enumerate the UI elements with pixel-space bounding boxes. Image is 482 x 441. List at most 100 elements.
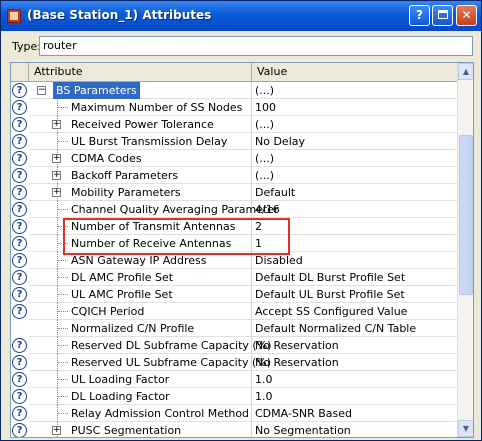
table-row[interactable]: ? DL Loading Factor 1.0 bbox=[11, 388, 457, 405]
collapse-icon[interactable]: − bbox=[37, 86, 46, 95]
value-cell[interactable]: Disabled bbox=[252, 252, 457, 269]
table-row[interactable]: ? DL AMC Profile Set Default DL Burst Prof… bbox=[11, 269, 457, 286]
attribute-cell[interactable]: Number of Receive Antennas bbox=[29, 235, 252, 252]
value-cell[interactable]: Default UL Burst Profile Set bbox=[252, 286, 457, 303]
table-row[interactable]: ? Number of Receive Antennas 1 bbox=[11, 235, 457, 252]
attribute-cell[interactable]: CQICH Period bbox=[29, 303, 252, 320]
attribute-cell[interactable]: Maximum Number of SS Nodes bbox=[29, 99, 252, 116]
attribute-cell[interactable]: + Backoff Parameters bbox=[29, 167, 252, 184]
table-row[interactable]: ? Channel Quality Averaging Parameter 4/16 bbox=[11, 201, 457, 218]
expand-icon[interactable]: + bbox=[52, 154, 61, 163]
vertical-scrollbar[interactable]: ▲ ▼ bbox=[457, 63, 473, 437]
table-row[interactable]: ? + PUSC Segmentation No Segmentation bbox=[11, 422, 457, 437]
value-cell[interactable]: 4/16 bbox=[252, 201, 457, 218]
value-cell[interactable]: 100 bbox=[252, 99, 457, 116]
table-row[interactable]: ? UL Loading Factor 1.0 bbox=[11, 371, 457, 388]
table-row[interactable]: ? Maximum Number of SS Nodes 100 bbox=[11, 99, 457, 116]
attribute-cell[interactable]: Number of Transmit Antennas bbox=[29, 218, 252, 235]
attribute-cell[interactable]: Relay Admission Control Method bbox=[29, 405, 252, 422]
attribute-cell[interactable]: + PUSC Segmentation bbox=[29, 422, 252, 437]
attribute-cell[interactable]: ASN Gateway IP Address bbox=[29, 252, 252, 269]
attribute-cell[interactable]: DL AMC Profile Set bbox=[29, 269, 252, 286]
help-icon[interactable]: ? bbox=[12, 355, 27, 370]
close-button[interactable]: ✕ bbox=[456, 5, 477, 26]
help-icon[interactable]: ? bbox=[12, 134, 27, 149]
title-bar[interactable]: (Base Station_1) Attributes ? ✕ bbox=[1, 1, 481, 31]
expand-icon[interactable]: + bbox=[52, 188, 61, 197]
attribute-cell[interactable]: Reserved UL Subframe Capacity (%) bbox=[29, 354, 271, 371]
table-row[interactable]: ? ASN Gateway IP Address Disabled bbox=[11, 252, 457, 269]
table-row[interactable]: ? Relay Admission Control Method CDMA-SNR … bbox=[11, 405, 457, 422]
value-cell[interactable]: (...) bbox=[252, 167, 457, 184]
value-cell[interactable]: 2 bbox=[252, 218, 457, 235]
attribute-cell[interactable]: + Received Power Tolerance bbox=[29, 116, 252, 133]
help-icon[interactable]: ? bbox=[12, 338, 27, 353]
table-row[interactable]: Normalized C/N Profile Default Normalized… bbox=[11, 320, 457, 337]
value-cell[interactable]: (...) bbox=[252, 82, 457, 99]
help-icon[interactable]: ? bbox=[12, 372, 27, 387]
table-row[interactable]: ? + Backoff Parameters (...) bbox=[11, 167, 457, 184]
expand-icon[interactable]: + bbox=[52, 171, 61, 180]
help-icon[interactable]: ? bbox=[12, 270, 27, 285]
table-row[interactable]: ? − BS Parameters (...) bbox=[11, 82, 457, 99]
value-cell[interactable]: (...) bbox=[252, 150, 457, 167]
help-icon[interactable]: ? bbox=[12, 117, 27, 132]
attribute-cell[interactable]: Channel Quality Averaging Parameter bbox=[29, 201, 279, 218]
table-row[interactable]: ? UL Burst Transmission Delay No Delay bbox=[11, 133, 457, 150]
attribute-cell[interactable]: UL Loading Factor bbox=[29, 371, 252, 388]
attribute-cell[interactable]: UL AMC Profile Set bbox=[29, 286, 252, 303]
value-cell[interactable]: No Segmentation bbox=[252, 422, 457, 437]
help-icon[interactable]: ? bbox=[12, 83, 27, 98]
help-icon[interactable]: ? bbox=[12, 236, 27, 251]
attribute-cell[interactable]: UL Burst Transmission Delay bbox=[29, 133, 252, 150]
table-row[interactable]: ? + Mobility Parameters Default bbox=[11, 184, 457, 201]
help-icon[interactable]: ? bbox=[12, 423, 27, 437]
attribute-cell[interactable]: + Mobility Parameters bbox=[29, 184, 252, 201]
scroll-up-button[interactable]: ▲ bbox=[458, 63, 473, 80]
help-icon[interactable]: ? bbox=[12, 168, 27, 183]
help-icon[interactable]: ? bbox=[12, 304, 27, 319]
value-cell[interactable]: CDMA-SNR Based bbox=[252, 405, 457, 422]
value-cell[interactable]: No Reservation bbox=[252, 354, 457, 371]
header-attribute[interactable]: Attribute bbox=[29, 63, 252, 81]
help-icon[interactable]: ? bbox=[12, 253, 27, 268]
scroll-thumb[interactable] bbox=[459, 135, 473, 295]
value-cell[interactable]: Default DL Burst Profile Set bbox=[252, 269, 457, 286]
table-row[interactable]: ? UL AMC Profile Set Default UL Burst Prof… bbox=[11, 286, 457, 303]
attribute-cell[interactable]: Normalized C/N Profile bbox=[29, 320, 252, 337]
attribute-cell[interactable]: + CDMA Codes bbox=[29, 150, 252, 167]
value-cell[interactable]: Default Normalized C/N Table bbox=[252, 320, 457, 337]
header-value[interactable]: Value bbox=[252, 63, 457, 81]
help-icon[interactable]: ? bbox=[12, 389, 27, 404]
table-row[interactable]: ? CQICH Period Accept SS Configured Value bbox=[11, 303, 457, 320]
attribute-cell[interactable]: Reserved DL Subframe Capacity (%) bbox=[29, 337, 271, 354]
table-row[interactable]: ? + Received Power Tolerance (...) bbox=[11, 116, 457, 133]
value-cell[interactable]: No Reservation bbox=[252, 337, 457, 354]
help-icon[interactable]: ? bbox=[12, 406, 27, 421]
attribute-cell[interactable]: − BS Parameters bbox=[29, 82, 252, 99]
help-icon[interactable]: ? bbox=[12, 202, 27, 217]
help-icon[interactable]: ? bbox=[12, 151, 27, 166]
help-icon[interactable]: ? bbox=[12, 287, 27, 302]
table-row[interactable]: ? Number of Transmit Antennas 2 bbox=[11, 218, 457, 235]
maximize-button[interactable] bbox=[432, 5, 453, 26]
help-icon[interactable]: ? bbox=[12, 185, 27, 200]
help-icon[interactable]: ? bbox=[12, 219, 27, 234]
value-cell[interactable]: 1.0 bbox=[252, 388, 457, 405]
table-row[interactable]: ? Reserved DL Subframe Capacity (%) No Res… bbox=[11, 337, 457, 354]
expand-icon[interactable]: + bbox=[52, 120, 61, 129]
help-button[interactable]: ? bbox=[409, 5, 430, 26]
scroll-down-button[interactable]: ▼ bbox=[458, 420, 473, 437]
value-cell[interactable]: No Delay bbox=[252, 133, 457, 150]
value-cell[interactable]: (...) bbox=[252, 116, 457, 133]
type-field[interactable]: router bbox=[39, 36, 473, 56]
expand-icon[interactable]: + bbox=[52, 426, 61, 435]
value-cell[interactable]: Default bbox=[252, 184, 457, 201]
value-cell[interactable]: 1 bbox=[252, 235, 457, 252]
help-icon[interactable]: ? bbox=[12, 100, 27, 115]
attribute-cell[interactable]: DL Loading Factor bbox=[29, 388, 252, 405]
value-cell[interactable]: Accept SS Configured Value bbox=[252, 303, 457, 320]
table-row[interactable]: ? + CDMA Codes (...) bbox=[11, 150, 457, 167]
table-row[interactable]: ? Reserved UL Subframe Capacity (%) No Res… bbox=[11, 354, 457, 371]
value-cell[interactable]: 1.0 bbox=[252, 371, 457, 388]
